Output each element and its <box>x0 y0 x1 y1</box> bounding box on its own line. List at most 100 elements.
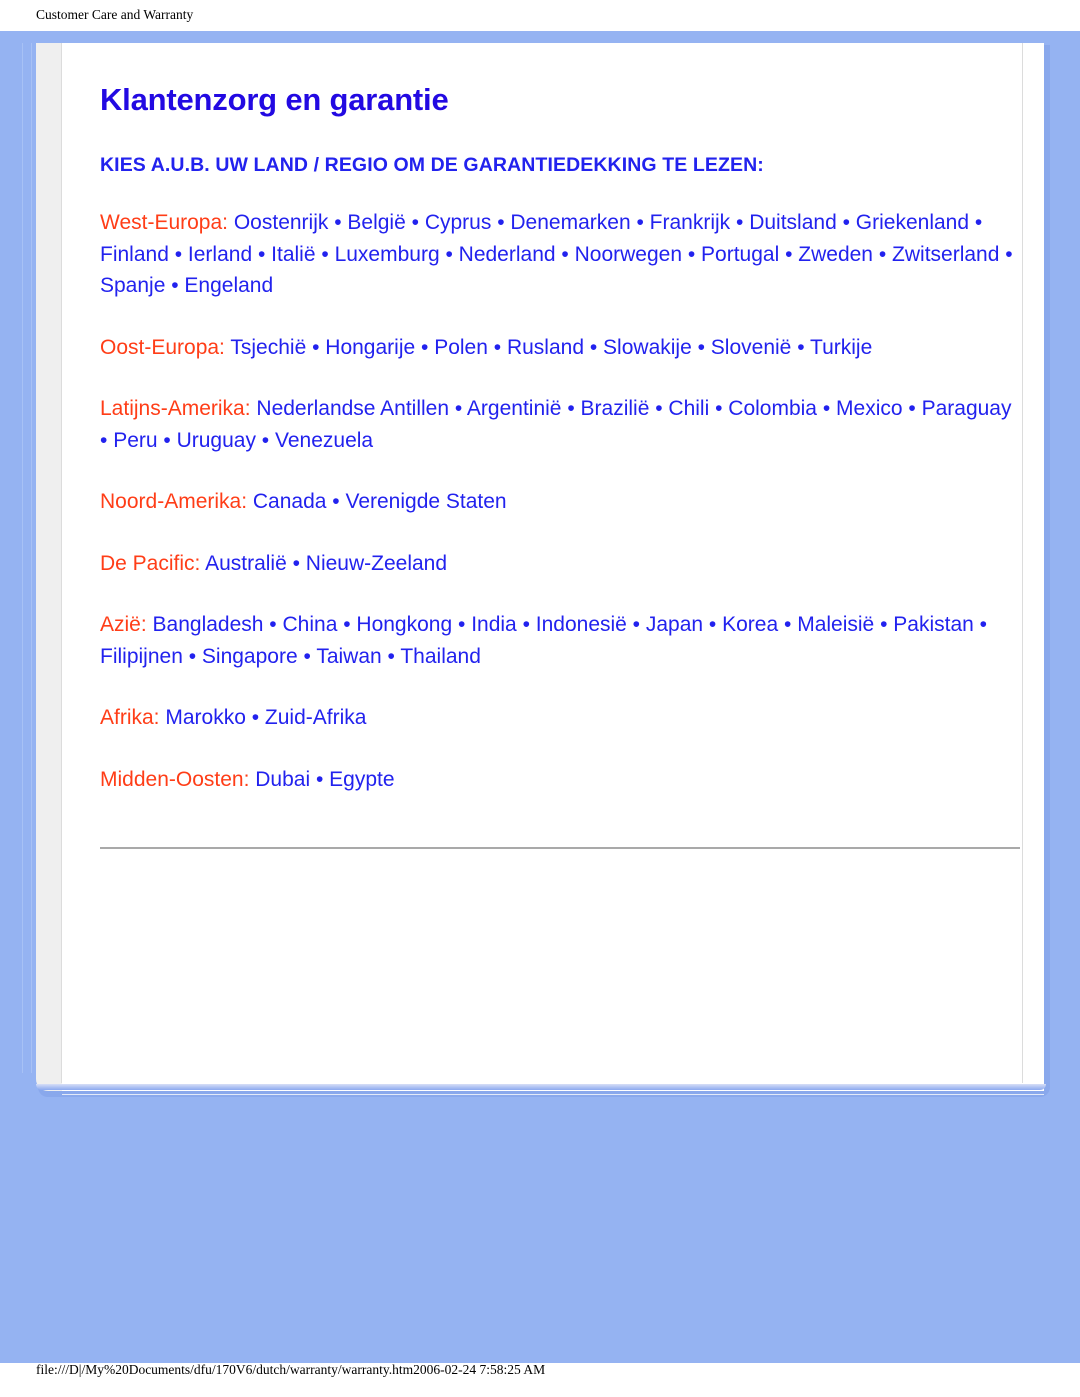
country-link[interactable]: Argentinië <box>467 397 562 420</box>
country-separator: • <box>902 397 922 421</box>
country-link[interactable]: Singapore <box>202 645 298 668</box>
country-link[interactable]: Engeland <box>184 274 273 297</box>
country-link[interactable]: Verenigde Staten <box>345 490 506 513</box>
country-link[interactable]: Griekenland <box>856 211 969 234</box>
region-block: Midden-Oosten: Dubai • Egypte <box>100 764 1020 796</box>
gutter-rule-inner <box>31 43 32 1073</box>
country-separator: • <box>157 428 177 452</box>
country-link[interactable]: Luxemburg <box>335 243 440 266</box>
region-label: Latijns-Amerika: <box>100 397 251 421</box>
country-link[interactable]: Brazilië <box>581 397 650 420</box>
country-separator: • <box>449 397 467 421</box>
region-label: Afrika: <box>100 706 160 730</box>
country-link[interactable]: Marokko <box>165 706 246 729</box>
country-separator: • <box>252 242 272 266</box>
country-separator: • <box>306 335 326 359</box>
country-separator: • <box>703 613 723 637</box>
country-link[interactable]: Noorwegen <box>575 243 682 266</box>
region-list: West-Europa: Oostenrijk • België • Cypru… <box>100 207 1020 795</box>
region-block: Oost-Europa: Tsjechië • Hongarije • Pole… <box>100 332 1020 364</box>
country-link[interactable]: China <box>283 613 338 636</box>
country-link[interactable]: Zwitserland <box>892 243 999 266</box>
country-separator: • <box>973 613 987 637</box>
country-separator: • <box>439 242 459 266</box>
country-link[interactable]: Polen <box>434 336 488 359</box>
country-link[interactable]: India <box>471 613 517 636</box>
region-block: Latijns-Amerika: Nederlandse Antillen • … <box>100 393 1020 456</box>
country-link[interactable]: Dubai <box>255 768 310 791</box>
card-seam-right <box>1022 43 1023 1083</box>
country-separator: • <box>817 397 837 421</box>
country-link[interactable]: Pakistan <box>893 613 974 636</box>
country-separator: • <box>682 242 702 266</box>
country-link[interactable]: Japan <box>646 613 703 636</box>
region-block: Afrika: Marokko • Zuid-Afrika <box>100 702 1020 734</box>
region-label: West-Europa: <box>100 211 228 235</box>
country-link[interactable]: Rusland <box>507 336 584 359</box>
country-separator: • <box>874 613 894 637</box>
country-link[interactable]: Frankrijk <box>650 211 731 234</box>
country-link[interactable]: Spanje <box>100 274 165 297</box>
country-separator: • <box>165 274 185 298</box>
country-link[interactable]: Slowakije <box>603 336 692 359</box>
country-link[interactable]: Paraguay <box>922 397 1012 420</box>
country-separator: • <box>310 767 330 791</box>
country-separator: • <box>630 211 650 235</box>
country-link[interactable]: Portugal <box>701 243 779 266</box>
country-separator: • <box>415 335 435 359</box>
country-link[interactable]: Egypte <box>329 768 394 791</box>
region-label: Noord-Amerika: <box>100 490 248 514</box>
country-link[interactable]: Filipijnen <box>100 645 183 668</box>
country-separator: • <box>778 613 798 637</box>
country-link[interactable]: Denemarken <box>510 211 630 234</box>
region-block: Azië: Bangladesh • China • Hongkong • In… <box>100 609 1020 672</box>
country-link[interactable]: Cyprus <box>425 211 492 234</box>
country-link[interactable]: Bangladesh <box>153 613 264 636</box>
country-link[interactable]: Australië <box>205 552 287 575</box>
country-link[interactable]: Chili <box>668 397 709 420</box>
country-separator: • <box>491 211 511 235</box>
country-link[interactable]: Zuid-Afrika <box>265 706 367 729</box>
country-link[interactable]: Taiwan <box>316 645 381 668</box>
country-link[interactable]: Nederlandse Antillen <box>256 397 449 420</box>
country-link[interactable]: Uruguay <box>177 429 256 452</box>
country-link[interactable]: België <box>347 211 405 234</box>
country-link[interactable]: Duitsland <box>749 211 837 234</box>
country-link[interactable]: Peru <box>113 429 157 452</box>
country-separator: • <box>649 397 669 421</box>
country-link[interactable]: Oostenrijk <box>234 211 329 234</box>
country-link[interactable]: Finland <box>100 243 169 266</box>
country-separator: • <box>584 335 604 359</box>
country-separator: • <box>100 428 114 452</box>
country-separator: • <box>969 211 983 235</box>
country-separator: • <box>626 613 646 637</box>
country-separator: • <box>487 335 507 359</box>
country-link[interactable]: Korea <box>722 613 778 636</box>
country-link[interactable]: Turkije <box>810 336 872 359</box>
country-link[interactable]: Colombia <box>728 397 817 420</box>
country-link[interactable]: Canada <box>253 490 327 513</box>
country-link[interactable]: Tsjechië <box>230 336 306 359</box>
region-label: Azië: <box>100 613 147 637</box>
country-link[interactable]: Indonesië <box>536 613 627 636</box>
country-link[interactable]: Ierland <box>188 243 252 266</box>
country-separator: • <box>516 613 536 637</box>
country-link[interactable]: Hongkong <box>356 613 452 636</box>
print-footer-url: file:///D|/My%20Documents/dfu/170V6/dutc… <box>36 1362 546 1377</box>
country-link[interactable]: Mexico <box>836 397 903 420</box>
country-link[interactable]: Slovenië <box>711 336 792 359</box>
country-separator: • <box>168 242 188 266</box>
country-separator: • <box>182 644 202 668</box>
country-link[interactable]: Thailand <box>400 645 481 668</box>
page-title: Klantenzorg en garantie <box>100 82 449 117</box>
region-label: De Pacific: <box>100 551 201 575</box>
country-link[interactable]: Nieuw-Zeeland <box>306 552 447 575</box>
country-link[interactable]: Zweden <box>798 243 873 266</box>
country-link[interactable]: Venezuela <box>275 429 373 452</box>
country-separator: • <box>328 211 348 235</box>
country-link[interactable]: Italië <box>271 243 315 266</box>
region-block: De Pacific: Australië • Nieuw-Zeeland <box>100 548 1020 580</box>
country-link[interactable]: Maleisië <box>797 613 874 636</box>
country-link[interactable]: Nederland <box>459 243 556 266</box>
country-link[interactable]: Hongarije <box>325 336 415 359</box>
